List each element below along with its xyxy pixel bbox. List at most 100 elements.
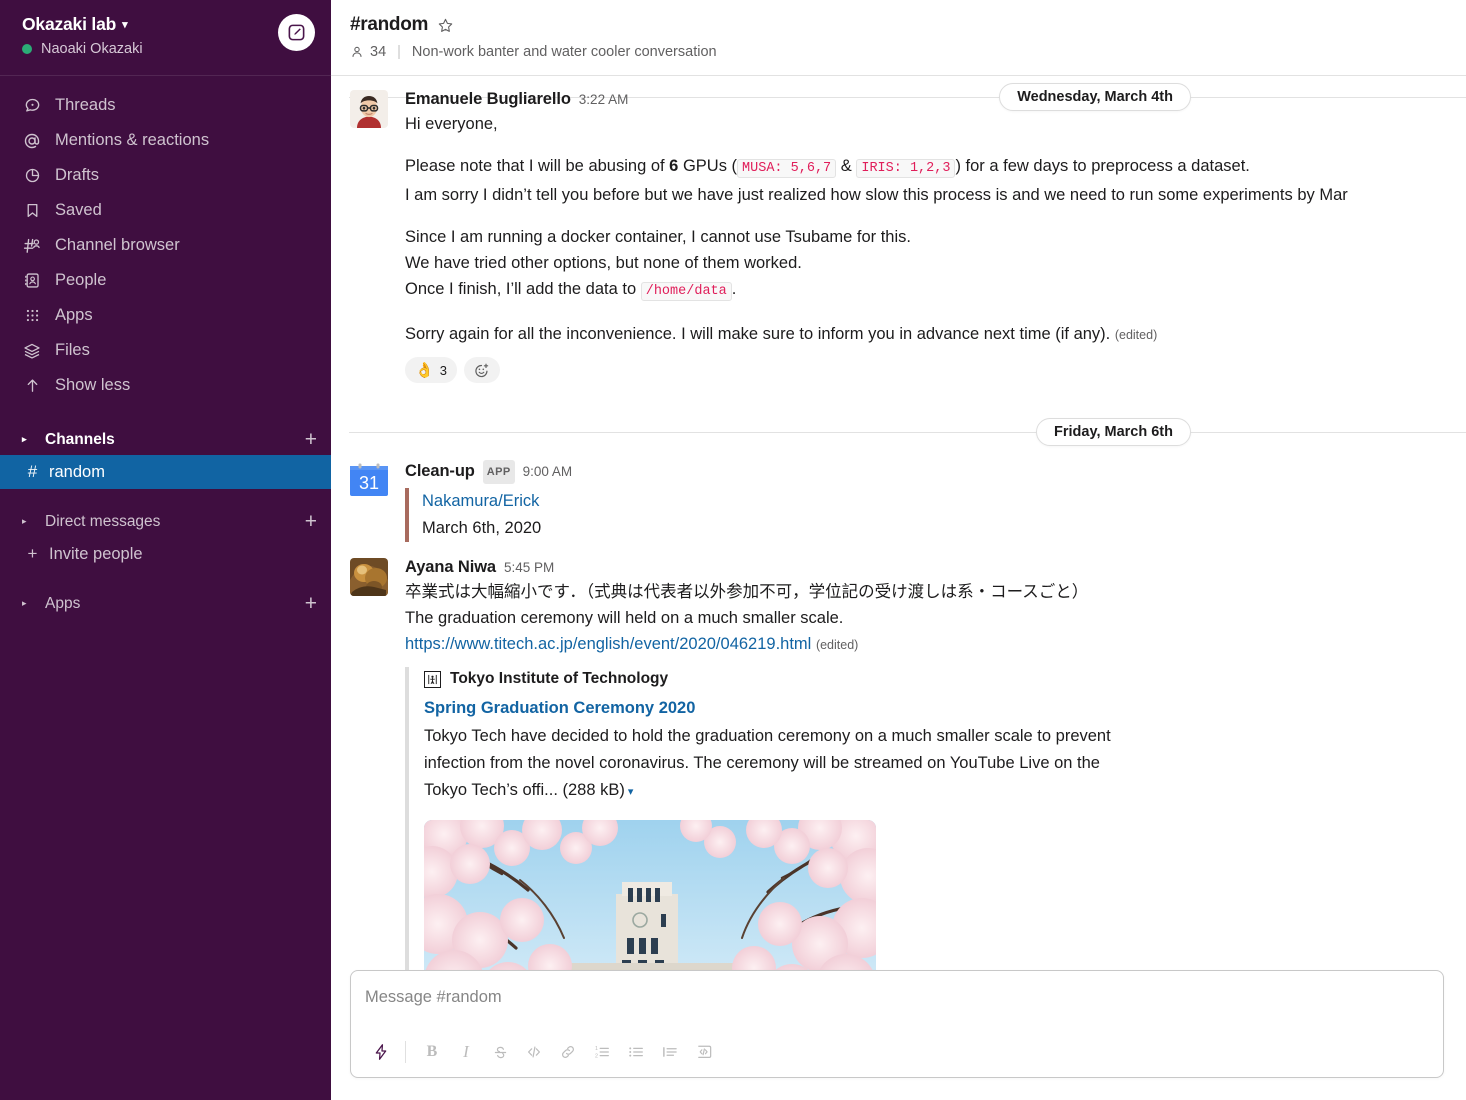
preview-service-name: Tokyo Institute of Technology — [450, 670, 669, 687]
bookmark-icon — [22, 201, 42, 221]
section-header-apps[interactable]: ▸ Apps + — [0, 588, 331, 619]
new-dm-button[interactable]: + — [305, 511, 317, 532]
composer-box[interactable]: Message #random B I 1 2 — [350, 970, 1444, 1078]
star-icon[interactable] — [437, 17, 454, 34]
main-panel: #random 34 | Non-work banter and water c… — [331, 0, 1466, 1100]
preview-title-link[interactable]: Spring Graduation Ceremony 2020 — [424, 695, 1125, 722]
italic-label: I — [463, 1042, 469, 1061]
member-count-button[interactable]: 34 — [350, 44, 386, 60]
at-icon — [22, 131, 42, 151]
add-emoji-icon — [475, 363, 489, 377]
text-segment: GPUs ( — [678, 157, 738, 175]
section-header-channels[interactable]: ▸ Channels + — [0, 424, 331, 455]
avatar[interactable]: 31 — [350, 462, 388, 500]
compose-message-button[interactable] — [278, 14, 315, 51]
message-timestamp[interactable]: 9:00 AM — [523, 461, 573, 483]
sidebar-item-saved[interactable]: Saved — [0, 193, 331, 228]
date-pill[interactable]: Friday, March 6th — [1036, 418, 1191, 446]
sidebar-item-show-less[interactable]: Show less — [0, 368, 331, 403]
message-line-english: The graduation ceremony will held on a m… — [405, 609, 844, 627]
sidebar-item-apps[interactable]: Apps — [0, 298, 331, 333]
message-line-japanese: 卒業式は大幅縮小です．（式典は代表者以外参加不可，学位記の受け渡しは系・コースご… — [405, 583, 1089, 601]
sidebar-item-label: Threads — [55, 96, 116, 114]
current-user[interactable]: Naoaki Okazaki — [22, 40, 278, 58]
message-body: Clean-up APP 9:00 AM Nakamura/Erick Marc… — [405, 460, 1466, 542]
message-timestamp[interactable]: 3:22 AM — [579, 89, 629, 111]
apps-grid-icon — [22, 306, 42, 326]
preview-file-size: (288 kB) — [562, 781, 625, 799]
attachment-title-link[interactable]: Nakamura/Erick — [422, 488, 1466, 515]
workspace-info: Okazaki lab ▾ Naoaki Okazaki — [22, 12, 278, 58]
bold-icon[interactable]: B — [416, 1036, 448, 1068]
svg-text:2: 2 — [595, 1053, 598, 1059]
avatar[interactable] — [350, 90, 388, 128]
message-input[interactable]: Message #random — [351, 971, 1443, 1027]
date-pill[interactable]: Wednesday, March 4th — [999, 83, 1191, 111]
reaction-ok-hand[interactable]: 👌 3 — [405, 357, 457, 383]
italic-icon[interactable]: I — [450, 1036, 482, 1068]
add-reaction-button[interactable] — [463, 357, 500, 383]
workspace-name-button[interactable]: Okazaki lab ▾ — [22, 13, 278, 35]
code-block-icon[interactable] — [688, 1036, 720, 1068]
sidebar-item-threads[interactable]: Threads — [0, 88, 331, 123]
message-author[interactable]: Ayana Niwa — [405, 556, 496, 578]
message-list[interactable]: Wednesday, March 4th Emanuele Bugliarell… — [331, 76, 1466, 1100]
text-segment: ) for a few days to preprocess a dataset… — [955, 157, 1250, 175]
section-header-direct-messages[interactable]: ▸ Direct messages + — [0, 506, 331, 537]
sidebar-item-files[interactable]: Files — [0, 333, 331, 368]
svg-text:1: 1 — [595, 1046, 598, 1052]
files-layers-icon — [22, 341, 42, 361]
divider-line — [349, 432, 1466, 433]
add-app-button[interactable]: + — [305, 593, 317, 614]
strikethrough-icon[interactable] — [484, 1036, 516, 1068]
message-line: Once I finish, I’ll add the data to /hom… — [405, 276, 1466, 305]
sidebar-item-label: Drafts — [55, 166, 100, 184]
preview-description-text: Tokyo Tech have decided to hold the grad… — [424, 727, 1111, 799]
message-author[interactable]: Clean-up — [405, 460, 475, 482]
code-icon[interactable] — [518, 1036, 550, 1068]
sidebar-item-mentions[interactable]: Mentions & reactions — [0, 123, 331, 158]
channel-name-label: random — [49, 462, 105, 481]
ordered-list-icon[interactable]: 1 2 — [586, 1036, 618, 1068]
message-link[interactable]: https://www.titech.ac.jp/english/event/2… — [405, 635, 811, 653]
blockquote-icon[interactable] — [654, 1036, 686, 1068]
reaction-count: 3 — [439, 362, 447, 378]
message-line: Please note that I will be abusing of 6 … — [405, 153, 1466, 182]
message-header: Ayana Niwa 5:45 PM — [405, 556, 1466, 579]
bulleted-list-icon[interactable] — [620, 1036, 652, 1068]
channel-title-row[interactable]: #random — [350, 14, 1466, 36]
sidebar-item-channel-browser[interactable]: Channel browser — [0, 228, 331, 263]
sidebar-item-invite-people[interactable]: + Invite people — [0, 537, 331, 571]
sidebar-item-label: Apps — [55, 306, 93, 324]
message-timestamp[interactable]: 5:45 PM — [504, 557, 554, 579]
person-icon — [352, 46, 362, 58]
sidebar-item-channel-random[interactable]: # random — [0, 455, 331, 489]
sidebar-item-drafts[interactable]: Drafts — [0, 158, 331, 193]
add-channel-button[interactable]: + — [305, 429, 317, 450]
sidebar-item-label: Files — [55, 341, 90, 359]
current-user-name: Naoaki Okazaki — [41, 41, 143, 57]
message-paragraph-3: Since I am running a docker container, I… — [405, 224, 1466, 305]
avatar-emanuele-icon — [350, 90, 388, 128]
formatting-toolbar: B I 1 2 — [351, 1027, 1443, 1077]
workspace-header[interactable]: Okazaki lab ▾ Naoaki Okazaki — [0, 0, 331, 76]
collapse-preview-caret-icon[interactable]: ▾ — [628, 779, 634, 806]
attachment-date: March 6th, 2020 — [422, 519, 542, 537]
message-emanuele: Emanuele Bugliarello 3:22 AM Hi everyone… — [331, 84, 1466, 387]
link-icon[interactable] — [552, 1036, 584, 1068]
ok-hand-icon: 👌 — [415, 361, 434, 379]
text-segment: Please note that I will be abusing of — [405, 157, 670, 175]
plus-icon: + — [27, 544, 38, 563]
sidebar-item-label: Show less — [55, 376, 131, 394]
drafts-icon — [22, 166, 42, 186]
avatar[interactable] — [350, 558, 388, 596]
shortcuts-lightning-icon[interactable] — [365, 1036, 397, 1068]
channel-browser-icon — [22, 236, 42, 256]
svg-text:31: 31 — [359, 473, 379, 493]
channel-topic[interactable]: Non-work banter and water cooler convers… — [412, 44, 717, 60]
sidebar-item-people[interactable]: People — [0, 263, 331, 298]
message-author[interactable]: Emanuele Bugliarello — [405, 88, 571, 110]
bold-label: B — [426, 1043, 438, 1060]
text-segment: Once I finish, I’ll add the data to — [405, 280, 641, 298]
